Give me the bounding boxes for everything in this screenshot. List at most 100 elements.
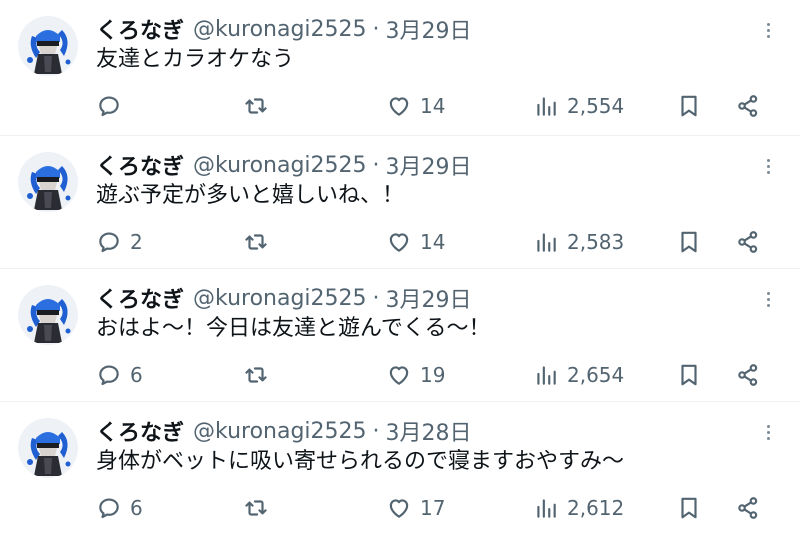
- like-count: 19: [420, 363, 446, 387]
- reply-icon: [99, 96, 119, 117]
- tweet-feed: くろなぎ @kuronagi2525 · 3月29日 友達とカラオケなう 14 …: [0, 0, 800, 547]
- bookmark-button[interactable]: [676, 358, 702, 392]
- reply-icon: [99, 365, 119, 386]
- retweet-button[interactable]: [243, 358, 277, 392]
- retweet-button[interactable]: [243, 225, 277, 259]
- tweet[interactable]: くろなぎ @kuronagi2525 · 3月29日 おはよ〜！今日は友達と遊ん…: [0, 269, 800, 402]
- tweet-text: 身体がベットに吸い寄せられるので寝ますおやすみ〜: [96, 449, 625, 474]
- views-button[interactable]: 2,554: [533, 89, 624, 123]
- author-handle[interactable]: @kuronagi2525: [193, 153, 367, 178]
- bookmark-button[interactable]: [676, 491, 702, 525]
- views-chart-icon: [537, 233, 556, 252]
- heart-icon: [389, 97, 409, 116]
- reply-icon: [99, 232, 119, 253]
- tweet-header: くろなぎ @kuronagi2525 · 3月29日: [96, 282, 472, 314]
- reply-button[interactable]: 2: [96, 225, 143, 259]
- view-count: 2,612: [567, 496, 625, 520]
- like-count: 17: [420, 496, 446, 520]
- tweet-text: おはよ〜！今日は友達と遊んでくる〜！: [96, 316, 491, 341]
- tweet-date[interactable]: 3月29日: [386, 149, 472, 181]
- tweet-actions: 6 17 2,612: [0, 491, 800, 525]
- retweet-icon: [245, 98, 267, 114]
- views-chart-icon: [537, 499, 556, 518]
- separator-dot: ·: [372, 16, 380, 42]
- avatar[interactable]: [18, 285, 78, 345]
- share-icon: [738, 364, 758, 386]
- views-button[interactable]: 2,612: [533, 491, 624, 525]
- retweet-icon: [245, 234, 267, 250]
- tweet-header: くろなぎ @kuronagi2525 · 3月29日: [96, 149, 472, 181]
- separator-dot: ·: [372, 418, 380, 444]
- tweet-header: くろなぎ @kuronagi2525 · 3月28日: [96, 415, 472, 447]
- avatar[interactable]: [18, 152, 78, 212]
- reply-button[interactable]: 6: [96, 358, 143, 392]
- tweet[interactable]: くろなぎ @kuronagi2525 · 3月28日 身体がベットに吸い寄せられ…: [0, 402, 800, 547]
- retweet-button[interactable]: [243, 491, 277, 525]
- share-icon: [738, 231, 758, 253]
- tweet-date[interactable]: 3月29日: [386, 282, 472, 314]
- reply-icon: [99, 498, 119, 519]
- share-button[interactable]: [735, 358, 761, 392]
- bookmark-button[interactable]: [676, 225, 702, 259]
- reply-count: 2: [130, 230, 143, 254]
- bookmark-icon: [681, 231, 697, 253]
- heart-icon: [389, 499, 409, 518]
- author-handle[interactable]: @kuronagi2525: [193, 17, 367, 42]
- tweet-text: 遊ぶ予定が多いと嬉しいね、！: [96, 183, 405, 208]
- avatar[interactable]: [18, 16, 78, 76]
- tweet[interactable]: くろなぎ @kuronagi2525 · 3月29日 友達とカラオケなう 14 …: [0, 0, 800, 136]
- tweet-text: 友達とカラオケなう: [96, 47, 295, 72]
- views-button[interactable]: 2,654: [533, 358, 624, 392]
- like-count: 14: [420, 230, 446, 254]
- share-button[interactable]: [735, 491, 761, 525]
- author-handle[interactable]: @kuronagi2525: [193, 286, 367, 311]
- separator-dot: ·: [372, 285, 380, 311]
- like-button[interactable]: 14: [386, 89, 445, 123]
- share-button[interactable]: [735, 89, 761, 123]
- author-handle[interactable]: @kuronagi2525: [193, 419, 367, 444]
- bookmark-icon: [681, 497, 697, 519]
- tweet-actions: 2 14 2,583: [0, 225, 800, 259]
- views-button[interactable]: 2,583: [533, 225, 624, 259]
- avatar[interactable]: [18, 418, 78, 478]
- author-name[interactable]: くろなぎ: [96, 149, 184, 181]
- view-count: 2,654: [567, 363, 625, 387]
- retweet-icon: [245, 367, 267, 383]
- more-dots-icon[interactable]: [758, 420, 778, 444]
- more-dots-icon[interactable]: [758, 154, 778, 178]
- tweet[interactable]: くろなぎ @kuronagi2525 · 3月29日 遊ぶ予定が多いと嬉しいね、…: [0, 136, 800, 269]
- share-icon: [738, 497, 758, 519]
- heart-icon: [389, 233, 409, 252]
- reply-button[interactable]: 6: [96, 491, 143, 525]
- retweet-icon: [245, 500, 267, 516]
- reply-count: 6: [130, 363, 143, 387]
- tweet-date[interactable]: 3月29日: [386, 13, 472, 45]
- share-button[interactable]: [735, 225, 761, 259]
- author-name[interactable]: くろなぎ: [96, 282, 184, 314]
- tweet-actions: 6 19 2,654: [0, 358, 800, 392]
- reply-button[interactable]: [96, 89, 130, 123]
- bookmark-icon: [681, 95, 697, 117]
- tweet-date[interactable]: 3月28日: [386, 415, 472, 447]
- share-icon: [738, 95, 758, 117]
- like-button[interactable]: 14: [386, 225, 445, 259]
- separator-dot: ·: [372, 152, 380, 178]
- views-chart-icon: [537, 366, 556, 385]
- more-dots-icon[interactable]: [758, 18, 778, 42]
- bookmark-icon: [681, 364, 697, 386]
- reply-count: 6: [130, 496, 143, 520]
- bookmark-button[interactable]: [676, 89, 702, 123]
- heart-icon: [389, 366, 409, 385]
- more-dots-icon[interactable]: [758, 287, 778, 311]
- view-count: 2,554: [567, 94, 625, 118]
- retweet-button[interactable]: [243, 89, 277, 123]
- tweet-actions: 14 2,554: [0, 89, 800, 123]
- tweet-header: くろなぎ @kuronagi2525 · 3月29日: [96, 13, 472, 45]
- view-count: 2,583: [567, 230, 625, 254]
- author-name[interactable]: くろなぎ: [96, 13, 184, 45]
- like-button[interactable]: 17: [386, 491, 445, 525]
- views-chart-icon: [537, 97, 556, 116]
- like-count: 14: [420, 94, 446, 118]
- like-button[interactable]: 19: [386, 358, 445, 392]
- author-name[interactable]: くろなぎ: [96, 415, 184, 447]
